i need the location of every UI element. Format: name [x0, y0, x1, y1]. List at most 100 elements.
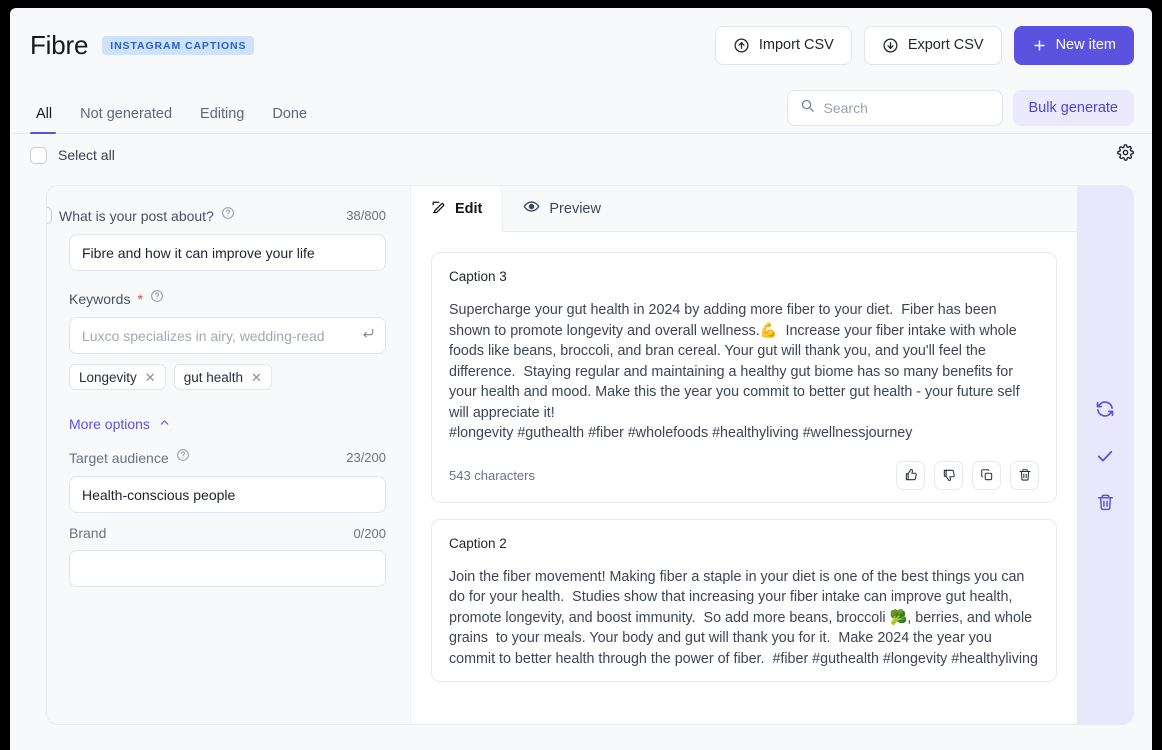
target-audience-input[interactable]: [69, 476, 386, 513]
captions-list: Caption 3 Supercharge your gut health in…: [411, 232, 1077, 724]
app-header: Fibre INSTAGRAM CAPTIONS Import CSV Expo…: [10, 8, 1152, 82]
more-options-label: More options: [69, 416, 150, 432]
keyword-tag[interactable]: gut health ✕: [173, 364, 272, 390]
thumbs-up-icon[interactable]: [896, 460, 925, 490]
editor-tabs: Edit Preview: [411, 186, 1077, 232]
regenerate-icon[interactable]: [1095, 399, 1115, 419]
eye-icon: [523, 198, 540, 219]
target-audience-label: Target audience: [69, 449, 169, 466]
help-circle-icon[interactable]: [176, 448, 190, 467]
item-select-checkbox[interactable]: [47, 207, 52, 224]
new-item-label: New item: [1055, 37, 1116, 53]
export-csv-button[interactable]: Export CSV: [863, 25, 1002, 65]
bulk-generate-label: Bulk generate: [1028, 100, 1118, 116]
tab-all-label: All: [36, 106, 53, 122]
search-input[interactable]: [823, 100, 990, 116]
post-about-input[interactable]: [69, 234, 386, 271]
tab-preview-label: Preview: [549, 200, 601, 217]
help-circle-icon[interactable]: [221, 206, 235, 225]
keyword-tag-label: gut health: [183, 369, 244, 385]
chevron-up-icon: [158, 416, 171, 432]
keyword-tags: Longevity ✕ gut health ✕: [69, 364, 386, 390]
field-keywords: Keywords * Luxco specializes in airy, we…: [69, 289, 386, 390]
status-badge: INSTAGRAM CAPTIONS: [102, 35, 255, 55]
tab-not-generated[interactable]: Not generated: [66, 106, 186, 133]
item-action-rail: [1077, 186, 1133, 724]
caption-char-count: 543 characters: [449, 467, 535, 483]
import-csv-button[interactable]: Import CSV: [714, 25, 852, 65]
import-csv-label: Import CSV: [758, 37, 834, 53]
filter-tabs: All Not generated Editing Done: [30, 106, 321, 134]
tab-editing-label: Editing: [200, 106, 245, 122]
search-box[interactable]: [786, 90, 1003, 126]
item-form-panel: What is your post about? 38/800 Keywords: [47, 186, 411, 724]
tab-preview[interactable]: Preview: [503, 186, 621, 231]
caption-text[interactable]: Supercharge your gut health in 2024 by a…: [449, 300, 1039, 444]
keywords-input-wrap: [69, 317, 386, 354]
keyword-tag-label: Longevity: [79, 369, 137, 385]
plus-icon: [1032, 38, 1047, 53]
gear-icon: [1117, 144, 1134, 166]
keyword-tag[interactable]: Longevity ✕: [69, 364, 166, 390]
pencil-square-icon: [431, 200, 446, 219]
target-audience-header: Target audience 23/200: [69, 448, 386, 467]
bulk-generate-button[interactable]: Bulk generate: [1012, 90, 1134, 126]
more-options-panel: Target audience 23/200 Bran: [69, 448, 386, 587]
browser-window-frame: Fibre INSTAGRAM CAPTIONS Import CSV Expo…: [0, 0, 1162, 750]
caption-card: Caption 2 Join the fiber movement! Makin…: [431, 518, 1057, 682]
editor-panel: Edit Preview Caption 3 Supercharge your …: [411, 186, 1077, 724]
title-group: Fibre INSTAGRAM CAPTIONS: [30, 29, 255, 61]
caption-actions: [896, 460, 1039, 490]
tab-bar-right: Bulk generate: [786, 90, 1134, 133]
caption-card: Caption 3 Supercharge your gut health in…: [431, 252, 1057, 503]
tab-all[interactable]: All: [30, 106, 66, 134]
remove-tag-icon[interactable]: ✕: [145, 371, 156, 384]
upload-circle-icon: [733, 37, 750, 54]
select-all-label: Select all: [58, 147, 115, 163]
keywords-input[interactable]: [69, 317, 386, 354]
page-title: Fibre: [30, 29, 89, 60]
caption-title: Caption 3: [449, 269, 507, 284]
app-viewport: Fibre INSTAGRAM CAPTIONS Import CSV Expo…: [10, 8, 1152, 750]
settings-button[interactable]: [1117, 144, 1134, 166]
item-card: What is your post about? 38/800 Keywords: [46, 185, 1134, 725]
caption-text[interactable]: Join the fiber movement! Making fiber a …: [449, 567, 1039, 670]
tab-editing[interactable]: Editing: [186, 106, 258, 133]
more-options-toggle[interactable]: More options: [69, 416, 171, 432]
header-actions: Import CSV Export CSV New item: [714, 25, 1134, 65]
tab-bar: All Not generated Editing Done Search Bu…: [10, 82, 1152, 134]
download-circle-icon: [882, 37, 899, 54]
tab-edit-label: Edit: [455, 201, 483, 217]
target-audience-counter: 23/200: [346, 450, 386, 465]
brand-counter: 0/200: [353, 525, 386, 541]
keywords-header: Keywords *: [69, 289, 386, 308]
tab-not-generated-label: Not generated: [80, 106, 173, 122]
tab-done[interactable]: Done: [258, 106, 321, 133]
brand-input[interactable]: [69, 550, 386, 587]
help-circle-icon[interactable]: [150, 289, 164, 308]
brand-label: Brand: [69, 525, 107, 541]
thumbs-down-icon[interactable]: [934, 460, 963, 490]
post-about-counter: 38/800: [346, 208, 386, 223]
required-asterisk: *: [137, 290, 143, 307]
keywords-label: Keywords: [69, 290, 131, 307]
trash-icon[interactable]: [1010, 460, 1039, 490]
brand-header: Brand 0/200: [69, 525, 386, 541]
field-post-about: What is your post about? 38/800: [47, 206, 386, 271]
select-all-row: Select all: [10, 134, 1152, 176]
new-item-button[interactable]: New item: [1013, 25, 1134, 65]
tab-done-label: Done: [272, 106, 308, 122]
delete-item-icon[interactable]: [1096, 493, 1115, 512]
tab-edit[interactable]: Edit: [411, 186, 504, 232]
field-target-audience: Target audience 23/200: [69, 448, 386, 513]
remove-tag-icon[interactable]: ✕: [251, 371, 262, 384]
search-icon: [800, 98, 815, 118]
post-about-header: What is your post about? 38/800: [47, 206, 386, 225]
select-all-checkbox[interactable]: [30, 146, 47, 164]
export-csv-label: Export CSV: [907, 37, 984, 53]
caption-title: Caption 2: [449, 535, 507, 551]
copy-icon[interactable]: [972, 460, 1001, 490]
approve-check-icon[interactable]: [1095, 446, 1115, 466]
post-about-label: What is your post about?: [59, 207, 214, 224]
caption-footer: 543 characters: [449, 460, 1039, 490]
